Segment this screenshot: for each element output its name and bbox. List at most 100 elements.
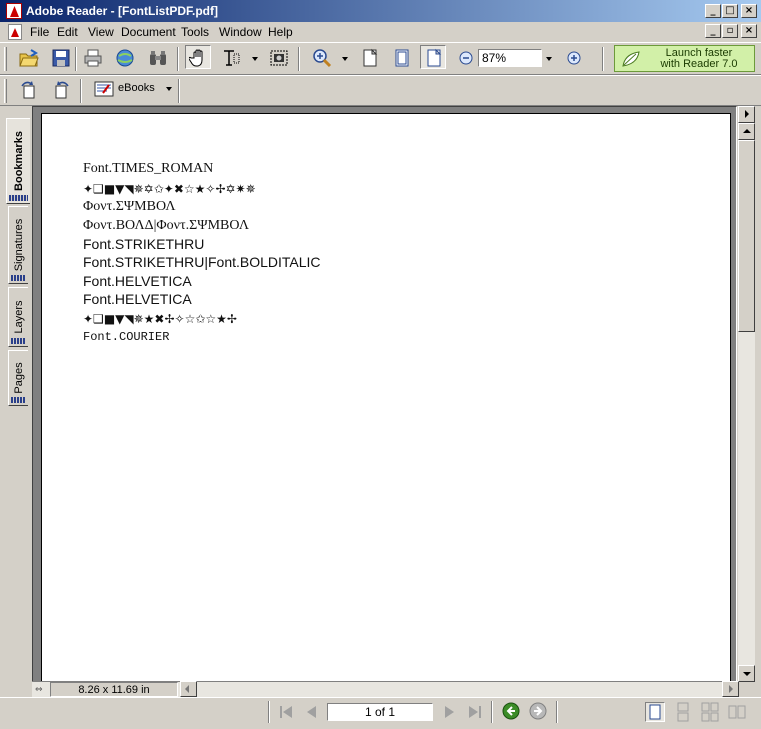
tab-pages-label: Pages — [12, 362, 25, 394]
page-number-input[interactable]: 1 of 1 — [327, 703, 433, 721]
font-line-symbol-bold: Φοντ.ΒΟΛΔ|Φοντ.ΣΨΜΒΟΛ — [83, 218, 249, 233]
previous-view-icon[interactable] — [502, 702, 520, 720]
horizontal-scrollbar[interactable]: ⇔ 8.26 x 11.69 in — [32, 681, 739, 697]
rotate-clockwise-button[interactable] — [48, 78, 74, 102]
arrow-left-icon — [185, 685, 189, 693]
save-icon — [52, 49, 70, 67]
actual-size-button[interactable] — [357, 46, 383, 70]
previous-page-icon[interactable] — [303, 704, 321, 720]
triangle-right-icon — [745, 110, 749, 118]
facing-layout-icon[interactable] — [727, 702, 747, 722]
menu-document[interactable]: Document — [121, 25, 176, 39]
first-page-icon[interactable] — [278, 704, 296, 720]
menu-view[interactable]: View — [88, 25, 114, 39]
last-page-icon[interactable] — [465, 704, 483, 720]
next-view-icon[interactable] — [529, 702, 547, 720]
zoom-tool-dropdown-icon[interactable] — [342, 57, 348, 61]
doc-restore-button[interactable]: ▫ — [722, 24, 738, 38]
minimize-button[interactable]: _ — [705, 4, 721, 18]
print-button[interactable] — [80, 46, 106, 70]
ebooks-button[interactable]: eBooks — [90, 77, 176, 101]
menu-help[interactable]: Help — [268, 25, 293, 39]
title-bar: Adobe Reader - [FontListPDF.pdf] _ □ × — [0, 0, 761, 22]
arrow-down-icon — [743, 672, 751, 676]
scroll-up-button[interactable] — [738, 123, 755, 140]
maximize-button[interactable]: □ — [722, 4, 738, 18]
rotate-right-icon — [55, 81, 69, 99]
continuous-facing-layout-icon[interactable] — [700, 702, 720, 722]
continuous-layout-icon[interactable] — [673, 702, 693, 722]
pdf-page[interactable]: Font.TIMES_ROMAN ✦❑■▼◥✵✡✩✦✖☆★✧✢✡✷✵ Φοντ.… — [41, 113, 731, 693]
launch-faster-button[interactable]: Launch faster with Reader 7.0 — [614, 45, 755, 72]
save-button[interactable] — [48, 46, 74, 70]
email-button[interactable] — [112, 46, 138, 70]
font-line-dingbats: ✦❑■▼◥✵✡✩✦✖☆★✧✢✡✷✵ — [83, 182, 256, 196]
toolbar-separator — [178, 79, 180, 103]
single-page-icon — [649, 704, 661, 720]
binoculars-icon — [150, 51, 166, 65]
fit-width-button[interactable] — [420, 45, 446, 69]
leaf-icon — [622, 51, 640, 67]
font-line-symbol: Φοντ.ΣΨΜΒΟΛ — [83, 199, 176, 214]
resize-arrows-icon[interactable]: ⇔ — [35, 685, 43, 695]
menu-window[interactable]: Window — [219, 25, 262, 39]
page-up-button[interactable] — [738, 106, 755, 123]
printer-icon — [84, 49, 102, 67]
zoom-in-button[interactable] — [561, 46, 587, 70]
zoom-level-input[interactable]: 87% — [478, 49, 542, 67]
menu-tools[interactable]: Tools — [181, 25, 209, 39]
menu-file[interactable]: File — [30, 25, 49, 39]
tab-strip — [11, 397, 26, 403]
document-icon[interactable] — [8, 24, 22, 40]
tab-signatures[interactable]: Signatures — [8, 206, 28, 284]
camera-icon — [270, 50, 288, 66]
select-text-dropdown-icon[interactable] — [252, 57, 258, 61]
zoom-dropdown-icon[interactable] — [546, 57, 552, 61]
zoom-tool-button[interactable] — [309, 46, 335, 70]
tab-layers[interactable]: Layers — [8, 287, 28, 347]
next-page-icon[interactable] — [440, 704, 458, 720]
fit-page-button[interactable] — [389, 46, 415, 70]
scroll-down-button[interactable] — [738, 665, 755, 682]
zoom-out-icon — [459, 51, 473, 65]
menu-edit[interactable]: Edit — [57, 25, 78, 39]
zoom-in-magnifier-icon — [313, 49, 332, 68]
tab-bookmarks[interactable]: Bookmarks — [6, 118, 30, 204]
arrow-right-icon — [729, 685, 733, 693]
document-view[interactable]: Font.TIMES_ROMAN ✦❑■▼◥✵✡✩✦✖☆★✧✢✡✷✵ Φοντ.… — [32, 106, 737, 693]
doc-close-button[interactable]: × — [741, 24, 757, 38]
single-page-layout-button[interactable] — [645, 702, 665, 722]
tab-pages[interactable]: Pages — [8, 350, 28, 406]
search-button[interactable] — [145, 46, 171, 70]
font-line-strikethru: Font.STRIKETHRU — [83, 236, 205, 252]
ebooks-dropdown-icon[interactable] — [166, 87, 172, 91]
status-bar: 1 of 1 — [0, 697, 761, 729]
rotate-counterclockwise-button[interactable] — [16, 78, 42, 102]
adobe-reader-icon — [6, 3, 22, 19]
font-line-times-roman: Font.TIMES_ROMAN — [83, 161, 214, 176]
close-button[interactable]: × — [741, 4, 757, 18]
select-text-button[interactable] — [218, 46, 244, 70]
vertical-scrollbar[interactable] — [738, 106, 755, 682]
rotate-left-icon — [21, 81, 35, 99]
doc-minimize-button[interactable]: _ — [705, 24, 721, 38]
scroll-right-button[interactable] — [722, 681, 739, 697]
hand-icon — [189, 49, 203, 67]
tab-bookmarks-label: Bookmarks — [12, 131, 25, 191]
zoom-out-button[interactable] — [453, 46, 479, 70]
scroll-left-button[interactable] — [180, 681, 197, 697]
toolbar-separator — [177, 47, 179, 71]
status-separator — [556, 701, 558, 723]
font-line-helvetica: Font.HELVETICA — [83, 291, 192, 307]
tab-strip — [9, 195, 28, 201]
snapshot-button[interactable] — [266, 46, 292, 70]
hand-tool-button[interactable] — [185, 45, 211, 69]
font-line-courier: Font.COURIER — [83, 330, 170, 344]
zoom-in-icon — [567, 51, 581, 65]
vertical-scroll-thumb[interactable] — [738, 140, 755, 332]
page-actual-size-icon — [363, 48, 378, 67]
open-button[interactable] — [16, 46, 42, 70]
font-line-dingbats: ✦❑■▼◥✵★✖✢✧☆✩☆★✢ — [83, 312, 237, 326]
tab-strip — [11, 275, 26, 281]
page-fit-width-icon — [427, 48, 442, 67]
